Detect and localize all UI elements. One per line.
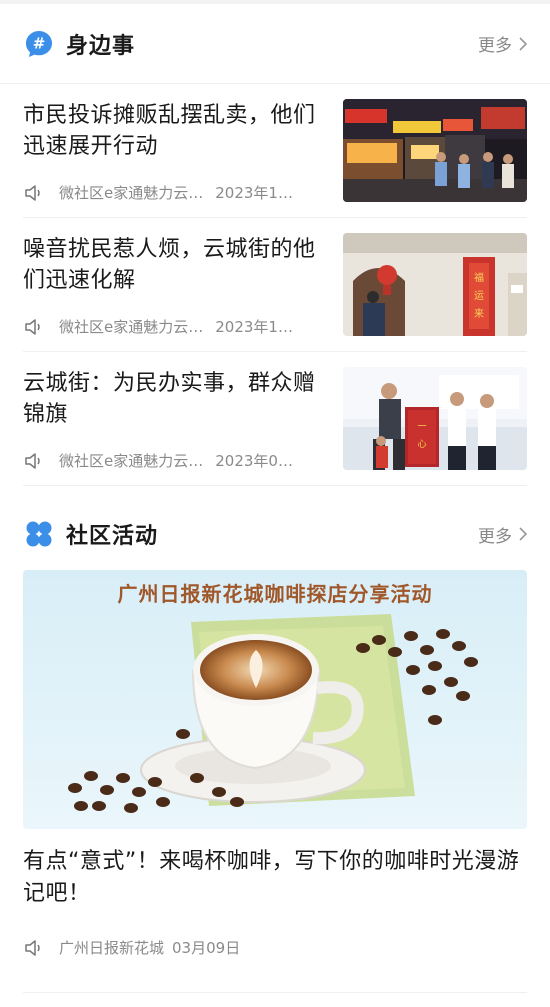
activities-header-left: 社区活动 xyxy=(24,518,158,550)
news-source: 微社区e家通魅力云… xyxy=(59,452,204,470)
nearby-section-title: 身边事 xyxy=(66,33,136,59)
svg-text:福: 福 xyxy=(474,271,484,284)
nearby-header-left: # 身边事 xyxy=(24,28,135,60)
news-title: 噪音扰民惹人烦，云城街的他们迅速化解 xyxy=(23,237,316,293)
activity-source: 广州日报新花城 xyxy=(59,939,165,957)
svg-text:运: 运 xyxy=(474,290,484,302)
nearby-news-list: 市民投诉摊贩乱摆乱卖，他们迅速展开行动 微社区e家通魅力云… 2023年1… 噪… xyxy=(0,84,550,486)
nearby-more-link[interactable]: 更多 xyxy=(478,31,528,56)
nearby-more-label: 更多 xyxy=(478,36,512,56)
news-text: 市民投诉摊贩乱摆乱卖，他们迅速展开行动 微社区e家通魅力云… 2023年1… xyxy=(23,100,323,217)
svg-text:一: 一 xyxy=(417,422,426,432)
chevron-right-icon xyxy=(518,526,528,542)
news-meta: 微社区e家通魅力云… 2023年1… xyxy=(23,316,323,337)
hashtag-bubble-icon: # xyxy=(24,29,54,59)
activities-more-label: 更多 xyxy=(478,526,512,547)
speaker-icon[interactable] xyxy=(23,317,45,337)
news-meta: 微社区e家通魅力云… 2023年0… xyxy=(23,450,323,471)
activity-title: 有点“意式”！来喝杯咖啡，写下你的咖啡时光漫游记吧！ xyxy=(23,849,520,906)
news-source: 微社区e家通魅力云… xyxy=(59,184,204,202)
bottom-divider xyxy=(23,992,527,993)
news-title: 云城街：为民办实事，群众赠锦旗 xyxy=(23,371,316,427)
activities-section-header: 社区活动 更多 xyxy=(0,486,550,582)
news-date: 2023年1… xyxy=(215,184,293,202)
news-meta: 微社区e家通魅力云… 2023年1… xyxy=(23,182,323,203)
svg-text:来: 来 xyxy=(474,308,484,320)
news-list-item[interactable]: 市民投诉摊贩乱摆乱卖，他们迅速展开行动 微社区e家通魅力云… 2023年1… xyxy=(23,84,527,218)
banner-title: 广州日报新花城咖啡探店分享活动 xyxy=(117,582,433,606)
news-title: 市民投诉摊贩乱摆乱卖，他们迅速展开行动 xyxy=(23,103,316,159)
news-text: 噪音扰民惹人烦，云城街的他们迅速化解 微社区e家通魅力云… 2023年1… xyxy=(23,234,323,351)
news-date: 2023年0… xyxy=(215,452,293,470)
nearby-section-header: # 身边事 更多 xyxy=(0,4,550,84)
banner-presentation-photo: 一 心 xyxy=(343,367,527,470)
news-list-item[interactable]: 噪音扰民惹人烦，云城街的他们迅速化解 微社区e家通魅力云… 2023年1… 福 … xyxy=(23,218,527,352)
activity-card[interactable]: 广州日报新花城咖啡探店分享活动 有点“意式”！来喝杯咖啡，写下你的咖啡时光漫游记… xyxy=(0,570,550,958)
news-source: 微社区e家通魅力云… xyxy=(59,318,204,336)
page: # 身边事 更多 市民投诉摊贩乱摆乱卖，他们迅速展开行动 微社区e家通魅力云… xyxy=(0,0,550,1007)
night-market-street-photo xyxy=(343,99,527,202)
svg-text:心: 心 xyxy=(417,439,426,450)
chevron-right-icon xyxy=(518,36,528,52)
news-text: 云城街：为民办实事，群众赠锦旗 微社区e家通魅力云… 2023年0… xyxy=(23,368,323,485)
activity-date: 03月09日 xyxy=(172,939,241,957)
officer-at-door-photo: 福 运 来 xyxy=(343,233,527,336)
speaker-icon[interactable] xyxy=(23,451,45,471)
coffee-banner-image[interactable]: 广州日报新花城咖啡探店分享活动 xyxy=(23,570,527,829)
news-list-item[interactable]: 云城街：为民办实事，群众赠锦旗 微社区e家通魅力云… 2023年0… 一 心 xyxy=(23,352,527,486)
activities-section-title: 社区活动 xyxy=(66,524,159,549)
activities-more-link[interactable]: 更多 xyxy=(478,522,528,547)
news-date: 2023年1… xyxy=(215,318,293,336)
svg-text:#: # xyxy=(33,34,46,52)
activity-meta: 广州日报新花城 03月09日 xyxy=(23,937,527,958)
four-petal-icon xyxy=(24,519,54,549)
speaker-icon[interactable] xyxy=(23,183,45,203)
speaker-icon[interactable] xyxy=(23,938,45,958)
